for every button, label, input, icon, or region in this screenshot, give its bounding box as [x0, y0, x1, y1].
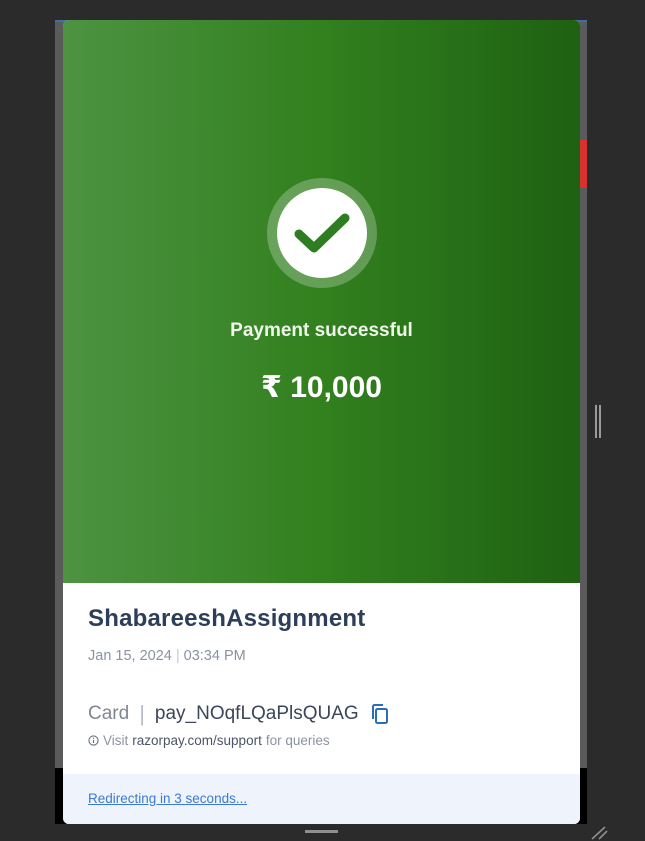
info-icon: [88, 735, 99, 746]
payment-id: pay_NOqfLQaPlsQUAG: [154, 703, 359, 724]
checkmark-icon: [294, 213, 350, 253]
check-circle-icon: [277, 188, 367, 278]
payment-time: 03:34 PM: [183, 648, 246, 664]
background-red-tab: [580, 140, 587, 188]
method-separator: |: [139, 701, 145, 726]
support-suffix: for queries: [265, 733, 330, 748]
payment-status-title: Payment successful: [230, 320, 413, 341]
payment-datetime: Jan 15, 2024 | 03:34 PM: [88, 648, 560, 664]
check-circle-ring: [267, 178, 377, 288]
payment-method-row: Card | pay_NOqfLQaPlsQUAG: [88, 703, 390, 725]
merchant-name: ShabareeshAssignment: [88, 605, 366, 632]
copy-icon[interactable]: [370, 703, 390, 725]
side-resize-handle[interactable]: [595, 405, 603, 438]
datetime-separator: |: [175, 648, 180, 664]
redirect-footer: Redirecting in 3 seconds...: [63, 774, 580, 824]
payment-date: Jan 15, 2024: [88, 648, 172, 664]
support-note: Visit razorpay.com/support for queries: [88, 733, 330, 748]
redirect-link[interactable]: Redirecting in 3 seconds...: [88, 791, 247, 806]
payment-success-banner: Payment successful ₹ 10,000: [63, 20, 580, 583]
payment-method: Card: [88, 703, 130, 724]
payment-modal: Payment successful ₹ 10,000 ShabareeshAs…: [63, 20, 580, 824]
support-link[interactable]: razorpay.com/support: [132, 733, 262, 748]
support-prefix: Visit: [103, 733, 129, 748]
bottom-resize-handle[interactable]: [305, 830, 338, 841]
payment-amount: ₹ 10,000: [261, 371, 382, 404]
corner-resize-grip-icon[interactable]: [590, 826, 608, 840]
screen: Payment successful ₹ 10,000 ShabareeshAs…: [0, 0, 645, 841]
payment-details: ShabareeshAssignment Jan 15, 2024 | 03:34 …: [88, 605, 560, 664]
